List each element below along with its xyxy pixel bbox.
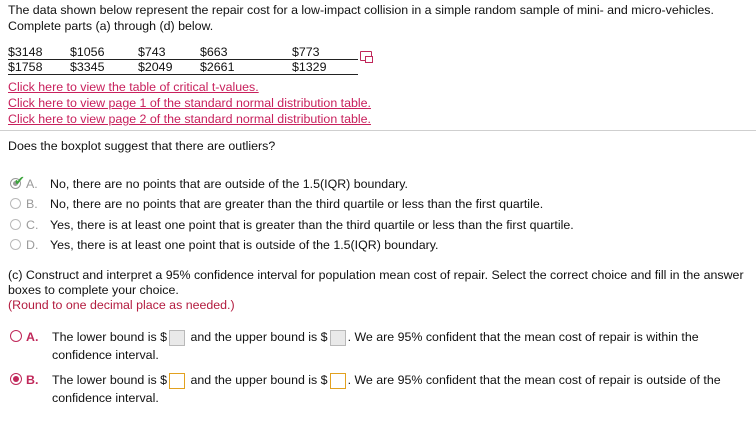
- table-row: $3148 $1056 $743 $663 $773: [8, 45, 358, 60]
- upper-bound-input[interactable]: [329, 329, 346, 346]
- table-cell: $1329: [292, 59, 358, 75]
- upper-bound-input[interactable]: [329, 372, 346, 389]
- option-letter: A.: [26, 177, 38, 191]
- option-letter: A.: [26, 330, 39, 344]
- option-text: No, there are no points that are outside…: [50, 177, 408, 191]
- radio-unselected[interactable]: [10, 219, 21, 230]
- copy-data-icon[interactable]: [360, 51, 373, 63]
- section-divider: [0, 130, 756, 131]
- part-c-prompt: (c) Construct and interpret a 95% confid…: [8, 268, 748, 313]
- option-text: Yes, there is at least one point that is…: [50, 238, 439, 252]
- checkmark-icon: ✔: [14, 173, 25, 188]
- option-text: The lower bound is $ and the upper bound…: [52, 372, 721, 405]
- repair-cost-data-table: $3148 $1056 $743 $663 $773 $1758 $3345 $…: [8, 45, 358, 75]
- table-cell: $3345: [70, 59, 138, 75]
- option-letter: B.: [26, 373, 39, 387]
- table-cell: $2661: [200, 59, 292, 75]
- table-row: $1758 $3345 $2049 $2661 $1329: [8, 59, 358, 75]
- table-cell: $1758: [8, 59, 70, 75]
- table-cell: $2049: [138, 59, 200, 75]
- critical-t-values-link[interactable]: Click here to view the table of critical…: [8, 80, 259, 94]
- normal-table-page1-link[interactable]: Click here to view page 1 of the standar…: [8, 96, 371, 110]
- option-text: No, there are no points that are greater…: [50, 197, 544, 211]
- table-cell: $773: [292, 45, 358, 60]
- option-text: Yes, there is at least one point that is…: [50, 218, 574, 232]
- option-letter: D.: [26, 238, 39, 252]
- rounding-note: (Round to one decimal place as needed.): [8, 298, 235, 312]
- lower-bound-input[interactable]: [169, 372, 186, 389]
- table-cell: $743: [138, 45, 200, 60]
- table-cell: $663: [200, 45, 292, 60]
- lower-bound-input[interactable]: [169, 329, 186, 346]
- table-cell: $3148: [8, 45, 70, 60]
- option-text: The lower bound is $ and the upper bound…: [52, 329, 699, 362]
- radio-unselected[interactable]: [10, 198, 21, 209]
- problem-intro: The data shown below represent the repai…: [8, 3, 714, 33]
- table-cell: $1056: [70, 45, 138, 60]
- option-letter: C.: [26, 218, 39, 232]
- radio-selected[interactable]: [10, 373, 22, 385]
- normal-table-page2-link[interactable]: Click here to view page 2 of the standar…: [8, 112, 371, 126]
- option-letter: B.: [26, 197, 38, 211]
- part-c-text: (c) Construct and interpret a 95% confid…: [8, 268, 744, 297]
- question-outliers: Does the boxplot suggest that there are …: [8, 139, 276, 153]
- radio-unselected[interactable]: [10, 239, 21, 250]
- radio-unselected[interactable]: [10, 330, 22, 342]
